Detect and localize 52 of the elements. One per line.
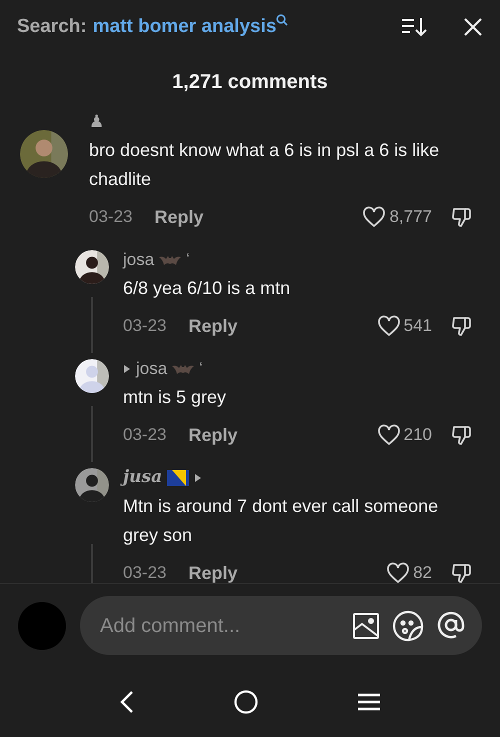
username[interactable]: josa	[123, 247, 154, 273]
play-arrow-icon	[194, 473, 202, 483]
user-avatar	[18, 602, 66, 650]
mention-icon[interactable]	[436, 610, 466, 640]
like-count: 8,777	[389, 206, 432, 228]
thumbs-down-icon[interactable]	[450, 561, 474, 583]
play-arrow-icon	[123, 364, 131, 374]
comment-field[interactable]: Add comment...	[80, 596, 482, 655]
reply-button[interactable]: Reply	[188, 312, 238, 340]
avatar[interactable]	[75, 468, 109, 502]
comment-date: 03-23	[89, 206, 132, 228]
search-query-link[interactable]: matt bomer analysis	[92, 12, 276, 42]
sort-icon[interactable]	[401, 15, 427, 39]
sticker-icon[interactable]	[392, 610, 424, 642]
username-mark: ʻ	[186, 250, 190, 270]
back-icon[interactable]	[120, 690, 134, 714]
reply-button[interactable]: Reply	[154, 204, 204, 230]
like-count: 82	[413, 562, 432, 583]
heart-icon[interactable]	[362, 206, 386, 228]
bat-icon	[172, 363, 194, 375]
heart-icon[interactable]	[376, 424, 401, 446]
search-icon	[276, 14, 288, 26]
comment-text: bro doesnt know what a 6 is in psl a 6 is like chadlite	[89, 139, 440, 191]
comment-count: 1,271 comments	[172, 70, 328, 95]
username-mark: ʻ	[199, 358, 203, 379]
menu-icon[interactable]	[358, 693, 380, 711]
thumbs-down-icon[interactable]	[450, 205, 474, 229]
comment-date: 03-23	[123, 315, 166, 338]
bat-icon	[159, 254, 182, 266]
avatar[interactable]	[75, 359, 109, 393]
reply-button[interactable]: Reply	[188, 422, 238, 448]
heart-icon[interactable]	[376, 315, 401, 337]
username[interactable]: josa	[136, 356, 168, 382]
home-icon[interactable]	[234, 690, 258, 714]
comment-text: mtn is 5 grey	[123, 386, 228, 409]
comment-input[interactable]: Add comment...	[100, 610, 340, 640]
like-count: 541	[404, 315, 432, 338]
username[interactable]: ♟	[89, 110, 104, 135]
image-icon[interactable]	[352, 612, 380, 640]
avatar[interactable]	[75, 250, 109, 284]
flag-icon	[167, 470, 190, 486]
comment-date: 03-23	[123, 424, 166, 446]
thumbs-down-icon[interactable]	[450, 423, 474, 447]
comment-date: 03-23	[123, 562, 166, 583]
comment-text: 6/8 yea 6/10 is a mtn	[123, 277, 292, 300]
heart-icon[interactable]	[386, 562, 410, 583]
close-icon[interactable]	[463, 17, 483, 37]
search-label: Search:	[17, 14, 87, 39]
reply-button[interactable]: Reply	[188, 560, 238, 583]
comment-text: Mtn is around 7 dont ever call someone grey son	[123, 495, 440, 547]
like-count: 210	[404, 424, 432, 446]
thumbs-down-icon[interactable]	[450, 314, 474, 338]
